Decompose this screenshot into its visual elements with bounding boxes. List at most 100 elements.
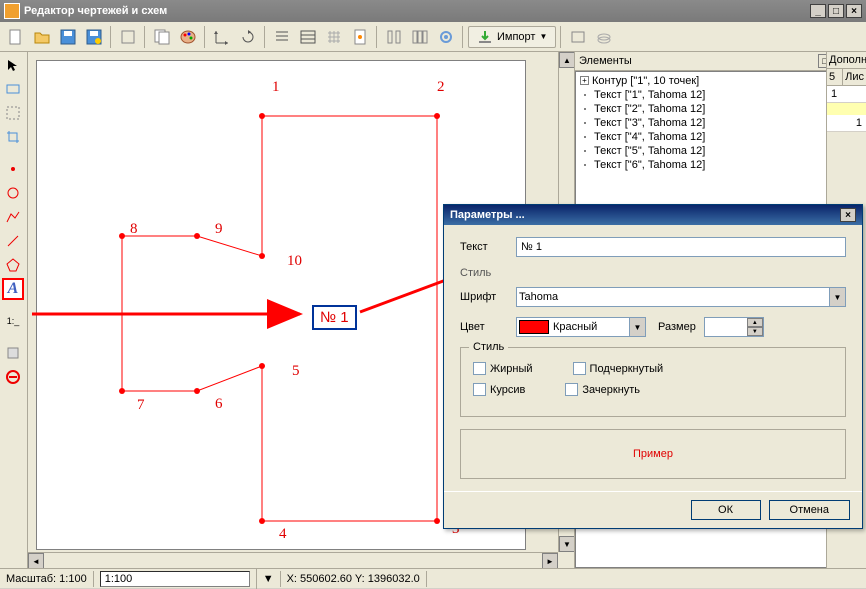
scale-input[interactable] [100, 571, 250, 587]
polyline-tool-icon[interactable] [2, 206, 24, 228]
new-icon[interactable] [4, 25, 28, 49]
color-field-label: Цвет [460, 321, 516, 333]
crop-tool-icon[interactable] [2, 126, 24, 148]
pointer-tool-icon[interactable] [2, 54, 24, 76]
restore-button[interactable]: □ [828, 4, 844, 18]
vertex-label: 6 [215, 396, 223, 413]
side-strip-header: Дополни [827, 52, 866, 69]
italic-checkbox[interactable] [473, 383, 486, 396]
size-spinner[interactable]: 12 ▲ ▼ [704, 317, 764, 337]
vertex-label: 7 [137, 397, 145, 414]
vertex-label: 9 [215, 221, 223, 238]
save-icon[interactable] [56, 25, 80, 49]
list-icon[interactable] [270, 25, 294, 49]
properties-dialog: Параметры ... × Текст Стиль Шрифт Tahoma… [443, 204, 863, 529]
dialog-titlebar[interactable]: Параметры ... × [444, 205, 862, 225]
list2-icon[interactable] [296, 25, 320, 49]
open-icon[interactable] [30, 25, 54, 49]
import-button[interactable]: Импорт ▼ [468, 26, 556, 48]
underline-checkbox[interactable] [573, 362, 586, 375]
line-tool-icon[interactable] [2, 230, 24, 252]
dialog-close-button[interactable]: × [840, 208, 856, 222]
polygon-tool-icon[interactable] [2, 254, 24, 276]
tree-item[interactable]: +Контур ["1", 10 точек] [578, 74, 863, 88]
grid-icon[interactable] [322, 25, 346, 49]
vertex-dot [259, 363, 265, 369]
window-titlebar: Редактор чертежей и схем _ □ × [0, 0, 866, 22]
vertex-label: 5 [292, 363, 300, 380]
gear-icon[interactable] [434, 25, 458, 49]
ok-button[interactable]: ОК [691, 500, 761, 520]
palette-icon[interactable] [176, 25, 200, 49]
point-tool-icon[interactable] [2, 158, 24, 180]
vertex-dot [194, 388, 200, 394]
tree-item[interactable]: Текст ["3", Tahoma 12] [578, 116, 863, 130]
vertex-label: 1 [272, 79, 280, 96]
strike-checkbox[interactable] [565, 383, 578, 396]
vertex-label: 10 [287, 253, 302, 270]
font-field-label: Шрифт [460, 291, 516, 303]
select-tool-icon[interactable] [2, 102, 24, 124]
columns-icon[interactable] [382, 25, 406, 49]
axes-icon[interactable] [210, 25, 234, 49]
tree-item[interactable]: Текст ["2", Tahoma 12] [578, 102, 863, 116]
vertex-dot [434, 518, 440, 524]
scale-dropdown-icon[interactable]: ▼ [257, 571, 281, 587]
chevron-down-icon: ▼ [629, 318, 645, 336]
text-input[interactable] [516, 237, 846, 257]
tree-item[interactable]: Текст ["4", Tahoma 12] [578, 130, 863, 144]
tree-item[interactable]: Текст ["1", Tahoma 12] [578, 88, 863, 102]
tree-item[interactable]: Текст ["6", Tahoma 12] [578, 158, 863, 172]
bold-checkbox[interactable] [473, 362, 486, 375]
color-select[interactable]: Красный ▼ [516, 317, 646, 337]
vertex-dot [119, 233, 125, 239]
vertex-dot [259, 518, 265, 524]
save-as-icon[interactable] [82, 25, 106, 49]
minimize-button[interactable]: _ [810, 4, 826, 18]
vertex-label: 4 [279, 526, 287, 543]
columns2-icon[interactable] [408, 25, 432, 49]
scroll-down-icon[interactable]: ▼ [559, 536, 574, 552]
scroll-up-icon[interactable]: ▲ [559, 52, 574, 68]
spinner-down-icon[interactable]: ▼ [747, 327, 763, 336]
scroll-left-icon[interactable]: ◄ [28, 553, 44, 568]
rotate-icon[interactable] [236, 25, 260, 49]
vertex-dot [259, 113, 265, 119]
text-object[interactable]: № 1 [312, 305, 357, 330]
copy-icon[interactable] [150, 25, 174, 49]
coords-label: X: 550602.60 Y: 1396032.0 [281, 571, 427, 587]
vertex-dot [194, 233, 200, 239]
chevron-down-icon: ▼ [539, 32, 547, 41]
size-field-label: Размер [658, 321, 696, 333]
tool-a-icon[interactable] [116, 25, 140, 49]
font-select[interactable]: Tahoma ▼ [516, 287, 846, 307]
fill-tool-icon[interactable] [2, 342, 24, 364]
close-button[interactable]: × [846, 4, 862, 18]
scale-label: Масштаб: 1:100 [0, 571, 94, 587]
color-swatch [519, 320, 549, 334]
circle-tool-icon[interactable] [2, 182, 24, 204]
dialog-title: Параметры ... [450, 209, 840, 221]
vertex-label: 8 [130, 221, 138, 238]
chevron-down-icon: ▼ [829, 288, 845, 306]
left-tool-palette: A 1:_ [0, 52, 28, 568]
dimension-tool-icon[interactable]: 1:_ [2, 310, 24, 332]
tool-x2-icon[interactable] [592, 25, 616, 49]
vertex-label: 2 [437, 79, 445, 96]
elements-panel-title: Элементы [579, 55, 818, 67]
style-section-label: Стиль [460, 267, 846, 279]
rect-tool-icon[interactable] [2, 78, 24, 100]
spinner-up-icon[interactable]: ▲ [747, 318, 763, 327]
tree-item[interactable]: Текст ["5", Tahoma 12] [578, 144, 863, 158]
text-field-label: Текст [460, 241, 516, 253]
scroll-right-icon[interactable]: ► [542, 553, 558, 568]
tool-x1-icon[interactable] [566, 25, 590, 49]
main-toolbar: Импорт ▼ [0, 22, 866, 52]
delete-tool-icon[interactable] [2, 366, 24, 388]
style-groupbox: Стиль Жирный Подчеркнутый Курсив Зачеркн… [460, 347, 846, 417]
horizontal-scrollbar[interactable]: ◄ ► [28, 552, 558, 568]
doc-icon[interactable] [348, 25, 372, 49]
text-tool-icon[interactable]: A [2, 278, 24, 300]
app-icon [4, 3, 20, 19]
cancel-button[interactable]: Отмена [769, 500, 850, 520]
